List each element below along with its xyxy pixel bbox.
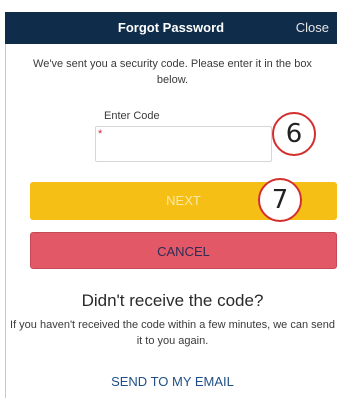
resend-heading: Didn't receive the code? [81,291,264,310]
page-title: Forgot Password [117,20,225,35]
resend-description: If you haven't received the code within … [10,319,335,347]
security-code-input[interactable] [106,132,265,156]
cancel-button[interactable]: CANCEL [30,232,337,269]
close-button[interactable]: Close [296,20,329,35]
left-divider [5,44,6,398]
step-7-marker: 7 [258,178,302,222]
code-field-label: Enter Code [104,110,160,122]
step-6-marker: 6 [272,112,316,156]
send-to-email-link[interactable]: SEND TO MY EMAIL [0,374,345,389]
header-bar: Forgot Password Close [5,12,337,44]
instruction-text: We've sent you a security code. Please e… [33,58,312,86]
required-asterisk: * [98,128,103,140]
